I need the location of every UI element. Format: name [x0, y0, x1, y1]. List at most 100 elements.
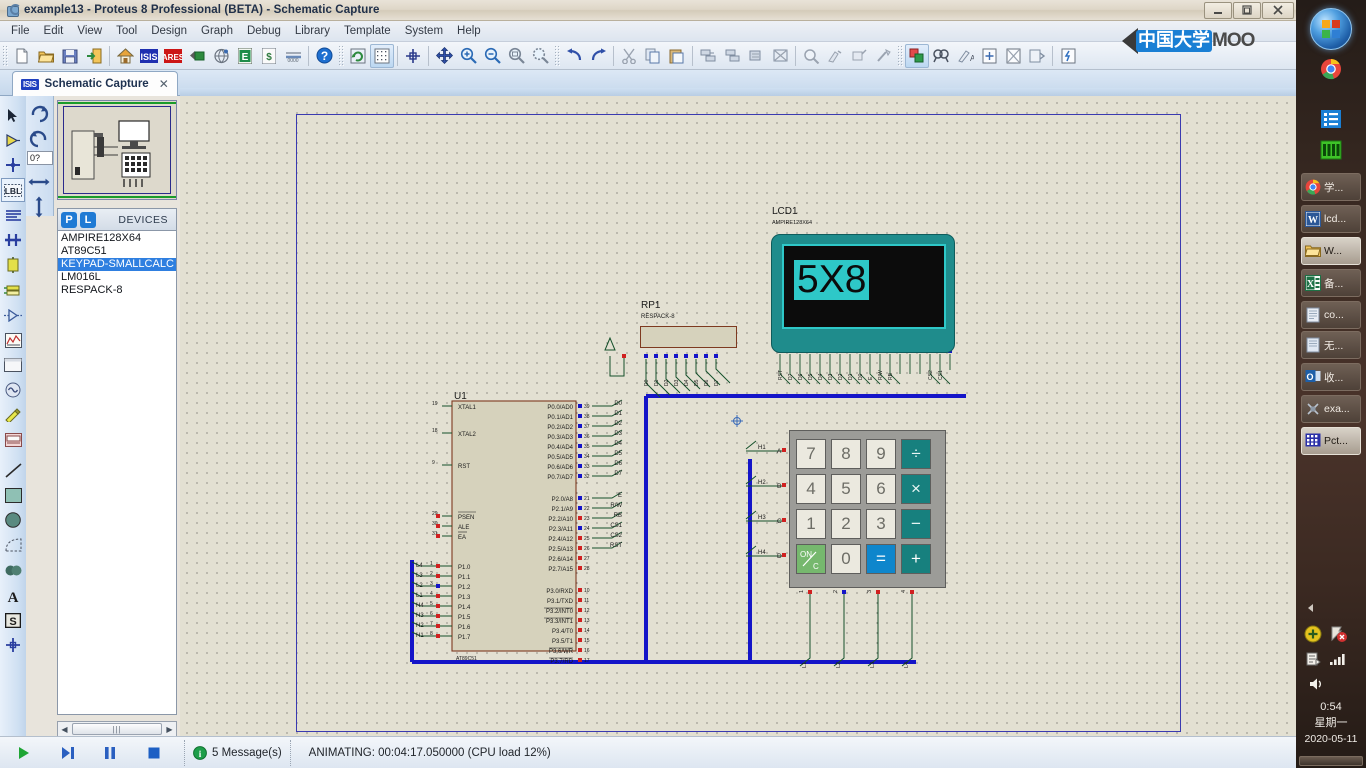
key-2[interactable]: 2: [831, 509, 861, 539]
menu-file[interactable]: File: [4, 23, 37, 39]
design-explorer-icon[interactable]: [209, 44, 233, 68]
menu-debug[interactable]: Debug: [240, 23, 288, 39]
pan-icon[interactable]: [432, 44, 456, 68]
key-4[interactable]: 4: [796, 474, 826, 504]
key-7[interactable]: 7: [796, 439, 826, 469]
refresh-icon[interactable]: [346, 44, 370, 68]
virtual-instruments-icon[interactable]: [1, 428, 25, 452]
play-button[interactable]: [11, 740, 37, 766]
clock-time[interactable]: 0:54: [1296, 700, 1366, 715]
lcd-display[interactable]: 5X8: [771, 234, 955, 353]
list-item[interactable]: RESPACK-8: [58, 284, 176, 297]
key-equals[interactable]: =: [866, 544, 896, 574]
menu-template[interactable]: Template: [337, 23, 398, 39]
2d-arc-icon[interactable]: [1, 533, 25, 557]
undo-icon[interactable]: [562, 44, 586, 68]
library-badge[interactable]: L: [80, 211, 96, 228]
keypad-smallcalc[interactable]: 7 8 9 ÷ 4 5 6 × 1 2 3 − ON C 0 = +: [789, 430, 946, 588]
devices-list[interactable]: AMPIRE128X64 AT89C51 KEYPAD-SMALLCALC LM…: [57, 230, 177, 715]
home-icon[interactable]: [113, 44, 137, 68]
save-icon[interactable]: [58, 44, 82, 68]
pick-device-icon[interactable]: [799, 44, 823, 68]
decompose-icon[interactable]: [871, 44, 895, 68]
wire-autorouter-icon[interactable]: [905, 43, 929, 68]
taskbar-item-notepad-1[interactable]: co...: [1301, 301, 1361, 329]
messages-panel[interactable]: i 5 Message(s): [184, 739, 290, 766]
calc-icon[interactable]: [1320, 140, 1342, 162]
mirror-vertical-icon[interactable]: [27, 195, 51, 219]
show-desktop-button[interactable]: [1299, 756, 1363, 766]
maximize-button[interactable]: [1233, 2, 1261, 19]
scroll-left-icon[interactable]: ◀: [58, 723, 71, 736]
import-export-icon[interactable]: [82, 44, 106, 68]
paste-icon[interactable]: [665, 44, 689, 68]
key-9[interactable]: 9: [866, 439, 896, 469]
key-minus[interactable]: −: [901, 509, 931, 539]
menu-tool[interactable]: Tool: [109, 23, 144, 39]
list-item[interactable]: AT89C51: [58, 245, 176, 258]
bill-icon[interactable]: [1056, 44, 1080, 68]
network-error-icon[interactable]: [1329, 625, 1347, 643]
zoom-all-icon[interactable]: [504, 44, 528, 68]
block-copy-icon[interactable]: [696, 44, 720, 68]
key-8[interactable]: 8: [831, 439, 861, 469]
new-file-icon[interactable]: [10, 44, 34, 68]
make-device-icon[interactable]: [823, 44, 847, 68]
close-icon[interactable]: ✕: [159, 77, 169, 91]
toolbar-grip-3[interactable]: [554, 44, 560, 67]
wire-label-icon[interactable]: LBL: [1, 178, 25, 202]
key-5[interactable]: 5: [831, 474, 861, 504]
3d-view-icon[interactable]: [185, 44, 209, 68]
selection-mode-icon[interactable]: [1, 103, 25, 127]
schematic-overview-preview[interactable]: [57, 100, 177, 200]
key-multiply[interactable]: ×: [901, 474, 931, 504]
terminals-icon[interactable]: [1, 278, 25, 302]
block-move-icon[interactable]: [720, 44, 744, 68]
search-tag-icon[interactable]: [929, 44, 953, 68]
stop-button[interactable]: [141, 740, 167, 766]
key-plus[interactable]: +: [901, 544, 931, 574]
menu-edit[interactable]: Edit: [37, 23, 71, 39]
menu-view[interactable]: View: [70, 23, 109, 39]
remove-sheet-icon[interactable]: [1001, 44, 1025, 68]
rotate-clockwise-icon[interactable]: [27, 101, 51, 125]
bom-icon[interactable]: E: [233, 44, 257, 68]
media-list-icon[interactable]: [1320, 108, 1342, 130]
2d-box-icon[interactable]: [1, 483, 25, 507]
schematic-canvas[interactable]: RP1 RESPACK-8 D0 D1 D2 D3 D4 D5 D6 D7 LC…: [180, 96, 1296, 736]
block-delete-icon[interactable]: [768, 44, 792, 68]
property-assignment-icon[interactable]: A: [953, 44, 977, 68]
respack-rp1[interactable]: [640, 326, 737, 348]
taskbar-item-outlook[interactable]: O 收...: [1301, 363, 1361, 391]
taskbar-item-chrome[interactable]: 学...: [1301, 173, 1361, 201]
tab-schematic-capture[interactable]: ISIS Schematic Capture ✕: [12, 71, 178, 96]
bill-of-materials-icon[interactable]: $: [257, 44, 281, 68]
rotation-value-field[interactable]: 0?: [27, 151, 53, 165]
volume-icon[interactable]: [1308, 676, 1326, 694]
new-sheet-icon[interactable]: [977, 44, 1001, 68]
tape-recorder-icon[interactable]: [1, 353, 25, 377]
help-icon[interactable]: ?: [312, 44, 336, 68]
generator-mode-icon[interactable]: [1, 378, 25, 402]
update-icon[interactable]: [1304, 625, 1322, 643]
zoom-area-icon[interactable]: [528, 44, 552, 68]
2d-text-icon[interactable]: A: [1, 583, 25, 607]
menu-system[interactable]: System: [398, 23, 450, 39]
list-item[interactable]: AMPIRE128X64: [58, 232, 176, 245]
origin-icon[interactable]: [401, 44, 425, 68]
mirror-horizontal-icon[interactable]: [27, 170, 51, 194]
key-6[interactable]: 6: [866, 474, 896, 504]
taskbar-item-excel[interactable]: X 备...: [1301, 269, 1361, 297]
2d-line-icon[interactable]: [1, 458, 25, 482]
2d-markers-icon[interactable]: [1, 633, 25, 657]
voltage-probe-icon[interactable]: [1, 403, 25, 427]
list-item[interactable]: KEYPAD-SMALLCALC: [58, 258, 176, 271]
signal-icon[interactable]: [1329, 652, 1347, 670]
open-folder-icon[interactable]: [34, 44, 58, 68]
junction-dot-icon[interactable]: [1, 153, 25, 177]
taskbar-item-proteus[interactable]: exa...: [1301, 395, 1361, 423]
toolbar-grip-2[interactable]: [338, 44, 344, 67]
text-script-icon[interactable]: [1, 203, 25, 227]
menu-design[interactable]: Design: [144, 23, 194, 39]
packaging-tool-icon[interactable]: [847, 44, 871, 68]
